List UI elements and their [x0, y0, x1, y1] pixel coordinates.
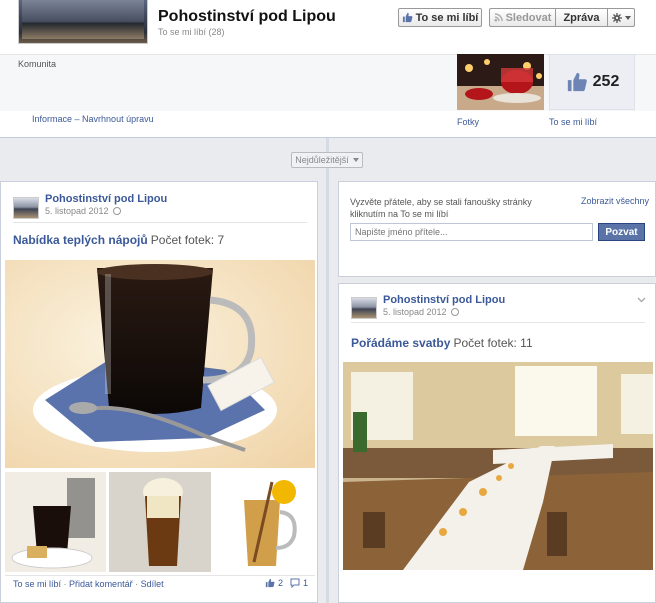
comment-icon: [290, 578, 300, 588]
globe-icon: [112, 207, 121, 215]
post-date-text: 5. listopad 2012: [45, 206, 109, 216]
like-count[interactable]: 2: [278, 578, 283, 588]
photos-tile[interactable]: [457, 54, 544, 110]
likes-link[interactable]: To se mi líbí: [549, 117, 597, 127]
info-links: Informace – Navrhnout úpravu: [32, 114, 154, 124]
sort-dropdown-label: Nejdůležitější: [295, 155, 349, 165]
likes-count: 252: [592, 73, 620, 90]
album-heading: Pořádáme svatby Počet fotek: 11: [351, 336, 533, 350]
album-main-photo[interactable]: [5, 260, 315, 468]
page-category: Komunita: [18, 59, 57, 69]
comment-count[interactable]: 1: [303, 578, 308, 588]
info-link-separator: –: [72, 114, 83, 124]
photos-link[interactable]: Fotky: [457, 117, 479, 127]
divider: [13, 222, 307, 223]
timeline-spine: [326, 138, 329, 603]
post-date[interactable]: 5. listopad 2012: [383, 307, 459, 317]
album-thumbnail[interactable]: [109, 472, 211, 572]
comment-link[interactable]: Přidat komentář: [69, 579, 133, 589]
tea-photo-thumbnail: [457, 54, 544, 110]
album-main-photo[interactable]: [343, 362, 653, 570]
invite-button[interactable]: Pozvat: [598, 223, 645, 241]
thumbs-up-icon: [402, 12, 413, 23]
post-date-text: 5. listopad 2012: [383, 307, 447, 317]
album-title[interactable]: Nabídka teplých nápojů: [13, 233, 148, 247]
avatar[interactable]: [351, 297, 377, 319]
share-link[interactable]: Sdílet: [141, 579, 164, 589]
page-likes-summary: To se mi líbí (28): [158, 27, 225, 37]
rss-icon: [494, 13, 503, 22]
sort-dropdown[interactable]: Nejdůležitější: [291, 152, 363, 168]
info-link[interactable]: Informace: [32, 114, 72, 124]
post-counters: 2 1: [265, 578, 308, 588]
chevron-down-icon: [352, 158, 359, 162]
post-actions: To se mi líbí · Přidat komentář · Sdílet: [13, 579, 164, 589]
album-title[interactable]: Pořádáme svatby: [351, 336, 450, 350]
post-options-icon[interactable]: [637, 294, 646, 306]
separator-dot: ·: [63, 579, 67, 589]
thumbs-up-icon: [567, 72, 587, 92]
divider: [351, 322, 645, 323]
friend-name-input[interactable]: [350, 223, 593, 241]
like-button[interactable]: To se mi líbí: [398, 8, 482, 27]
like-link[interactable]: To se mi líbí: [13, 579, 61, 589]
thumbs-up-icon: [265, 578, 275, 588]
invite-friends-box: Vyzvěte přátele, aby se stali fanoušky s…: [338, 181, 656, 277]
post-author[interactable]: Pohostinství pod Lipou: [383, 294, 505, 306]
album-thumbnail[interactable]: [214, 472, 315, 572]
album-photo-count: Počet fotek: 11: [453, 336, 533, 350]
like-button-label: To se mi líbí: [415, 11, 479, 24]
chevron-down-icon: [624, 15, 631, 20]
follow-button[interactable]: Sledovat: [489, 8, 555, 27]
separator-dot: ·: [135, 579, 139, 589]
post-date[interactable]: 5. listopad 2012: [45, 206, 121, 216]
message-button[interactable]: Zpráva: [555, 8, 607, 27]
follow-button-label: Sledovat: [505, 11, 552, 24]
likes-tile[interactable]: 252: [549, 54, 635, 110]
post-author[interactable]: Pohostinství pod Lipou: [45, 193, 167, 205]
show-all-link[interactable]: Zobrazit všechny: [581, 196, 649, 206]
album-heading: Nabídka teplých nápojů Počet fotek: 7: [13, 233, 224, 247]
message-button-label: Zpráva: [563, 11, 600, 24]
chevron-down-icon: [637, 297, 646, 303]
album-post-weddings: Pohostinství pod Lipou 5. listopad 2012 …: [338, 283, 656, 603]
globe-icon: [450, 308, 459, 316]
invite-text: Vyzvěte přátele, aby se stali fanoušky s…: [350, 197, 532, 219]
suggest-edit-link[interactable]: Navrhnout úpravu: [82, 114, 154, 124]
album-photo-count: Počet fotek: 7: [150, 233, 225, 247]
settings-dropdown-button[interactable]: [607, 8, 635, 27]
divider: [5, 575, 315, 576]
gear-icon: [611, 12, 622, 23]
profile-picture[interactable]: [18, 0, 148, 44]
avatar[interactable]: [13, 197, 39, 219]
album-thumbnail[interactable]: [5, 472, 106, 572]
album-post-drinks: Pohostinství pod Lipou 5. listopad 2012 …: [0, 181, 318, 603]
page-title[interactable]: Pohostinství pod Lipou: [158, 8, 336, 26]
